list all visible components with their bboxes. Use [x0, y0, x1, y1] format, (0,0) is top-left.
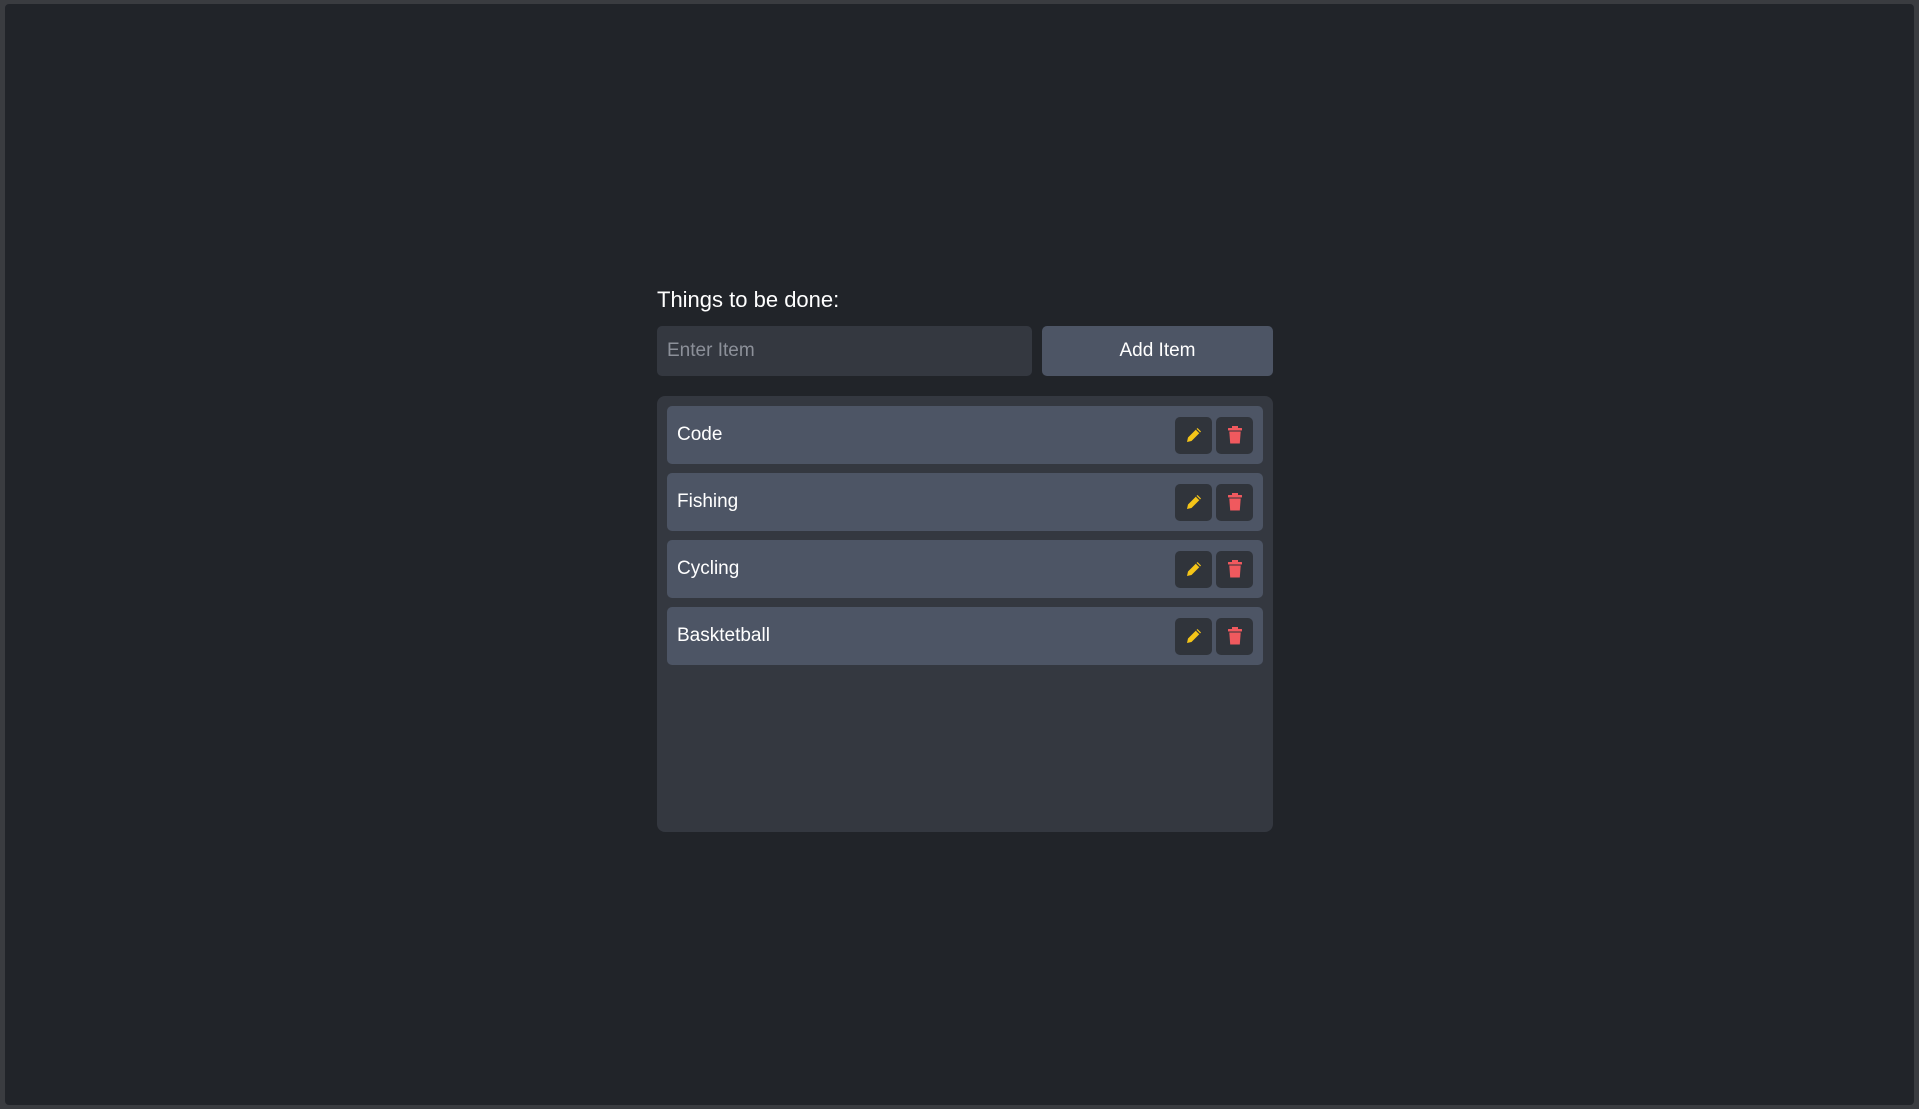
trash-icon [1227, 426, 1242, 444]
item-input[interactable] [657, 326, 1032, 376]
delete-button[interactable] [1216, 416, 1253, 454]
edit-button[interactable] [1175, 483, 1212, 521]
trash-icon [1227, 560, 1242, 578]
pencil-icon [1186, 495, 1201, 509]
list-item-label: Basktetball [677, 625, 770, 646]
delete-button[interactable] [1216, 617, 1253, 655]
add-item-button[interactable]: Add Item [1042, 326, 1273, 376]
list-item: Code [667, 406, 1263, 464]
list-item: Cycling [667, 540, 1263, 598]
edit-button[interactable] [1175, 617, 1212, 655]
pencil-icon [1186, 428, 1201, 442]
delete-button[interactable] [1216, 483, 1253, 521]
pencil-icon [1186, 562, 1201, 576]
list-item-label: Fishing [677, 491, 739, 512]
pencil-icon [1186, 629, 1201, 643]
item-actions [1175, 617, 1253, 655]
add-item-form: Add Item [657, 326, 1273, 376]
edit-button[interactable] [1175, 416, 1212, 454]
item-actions [1175, 550, 1253, 588]
page-title: Things to be done: [657, 287, 840, 312]
todo-list: Code Fishing Cycling Basktetball [657, 396, 1273, 832]
app-window: Things to be done: Add Item Code [5, 4, 1914, 1105]
list-item-label: Cycling [677, 558, 740, 579]
todo-app: Things to be done: Add Item Code [657, 283, 1273, 832]
item-actions [1175, 483, 1253, 521]
item-actions [1175, 416, 1253, 454]
delete-button[interactable] [1216, 550, 1253, 588]
list-item: Basktetball [667, 607, 1263, 665]
trash-icon [1227, 493, 1242, 511]
list-item-label: Code [677, 424, 723, 445]
edit-button[interactable] [1175, 550, 1212, 588]
list-item: Fishing [667, 473, 1263, 531]
trash-icon [1227, 627, 1242, 645]
